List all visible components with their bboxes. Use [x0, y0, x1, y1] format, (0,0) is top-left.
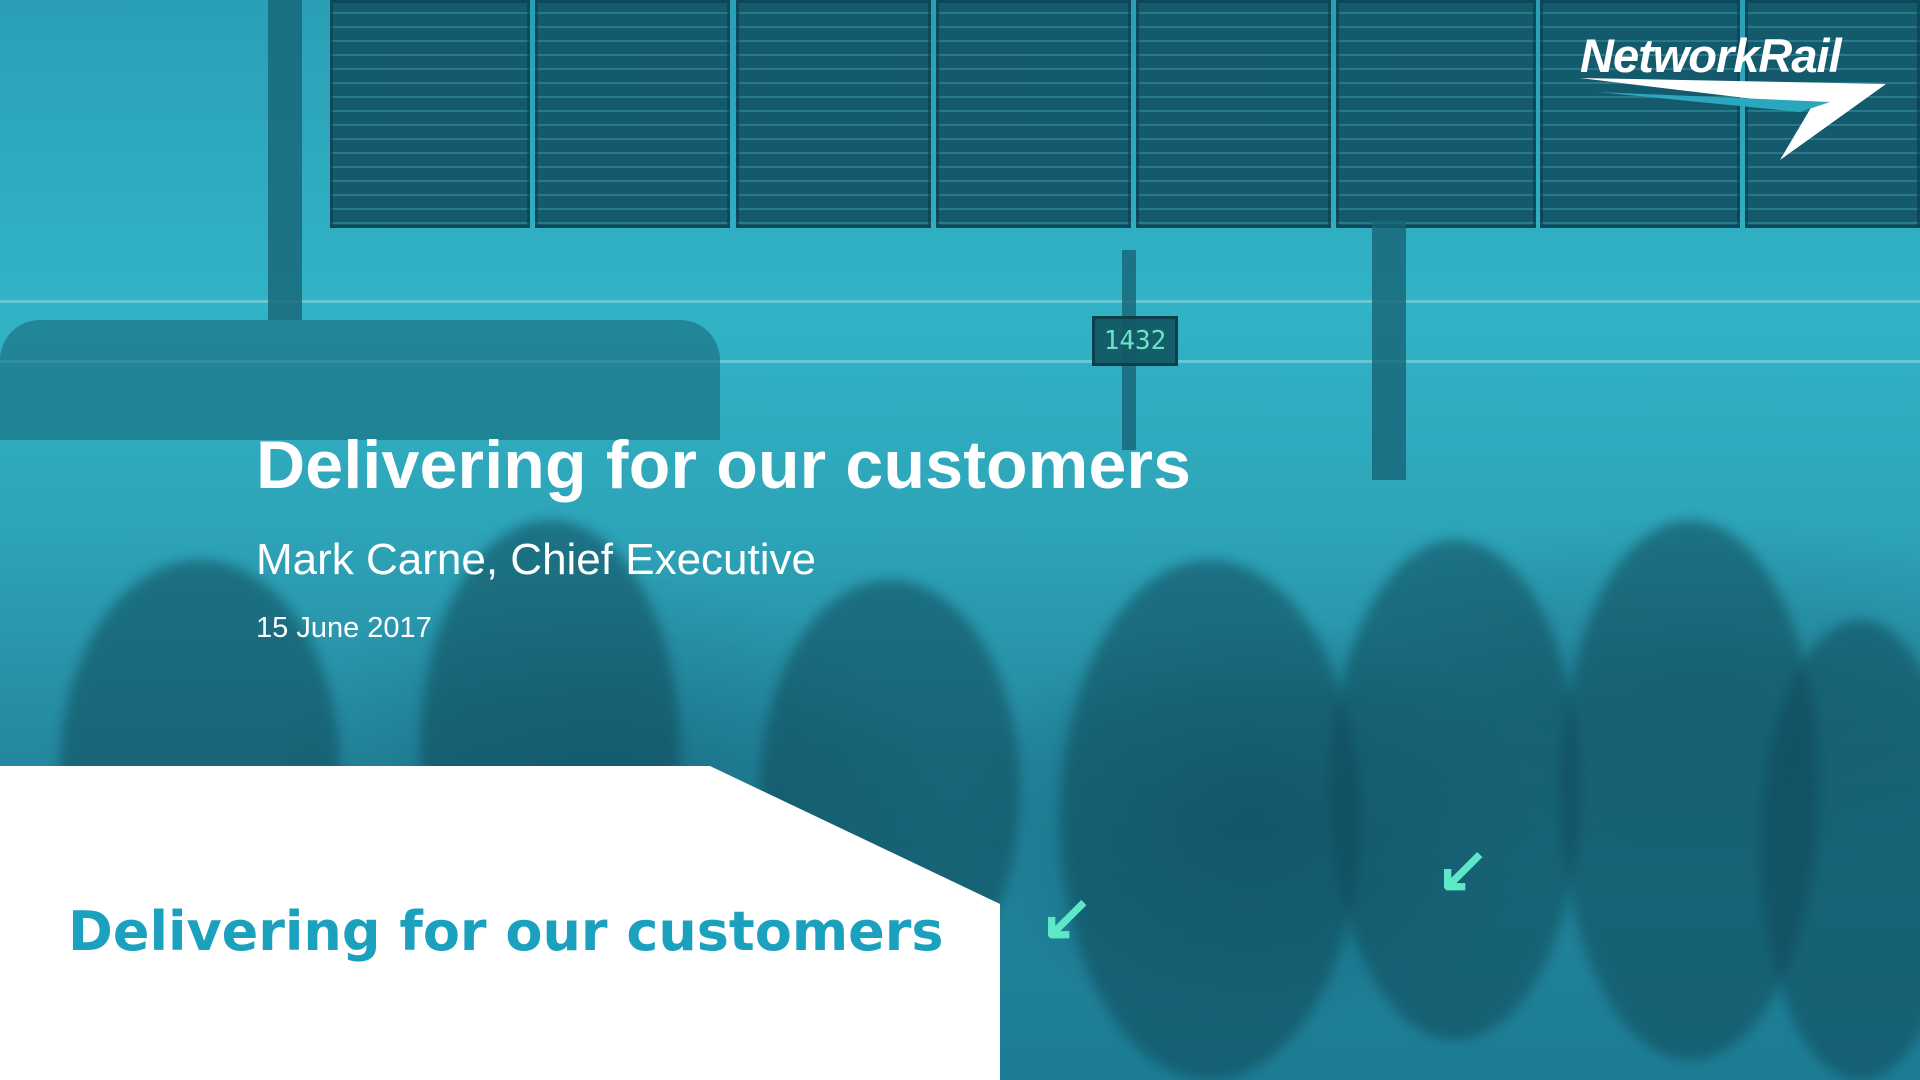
departure-board — [535, 0, 730, 228]
train-silhouette — [0, 320, 720, 440]
slide-title: Delivering for our customers — [256, 427, 1192, 503]
presenter-name: Mark Carne, Chief Executive — [256, 535, 816, 584]
title-slide: 1432 ↙ ↙ Delivering for our customers Ma… — [0, 0, 1920, 1080]
presentation-date: 15 June 2017 — [256, 612, 432, 644]
gate-arrow-icon: ↙ — [1436, 833, 1490, 905]
gate-arrow-icon: ↙ — [1040, 881, 1094, 953]
departure-board — [736, 0, 931, 228]
departure-board — [330, 0, 530, 228]
crowd-figure — [1330, 540, 1580, 1040]
crowd-figure — [1060, 560, 1360, 1080]
departure-board — [1136, 0, 1331, 228]
station-pillar — [268, 0, 302, 320]
footer-tagline: Delivering for our customers — [68, 900, 944, 963]
networkrail-logo: NetworkRail — [1580, 28, 1896, 160]
station-clock: 1432 — [1092, 316, 1178, 366]
departure-board — [1336, 0, 1536, 228]
departure-board — [936, 0, 1131, 228]
logo-chevron-icon — [1580, 78, 1886, 160]
station-pillar — [1372, 220, 1406, 480]
